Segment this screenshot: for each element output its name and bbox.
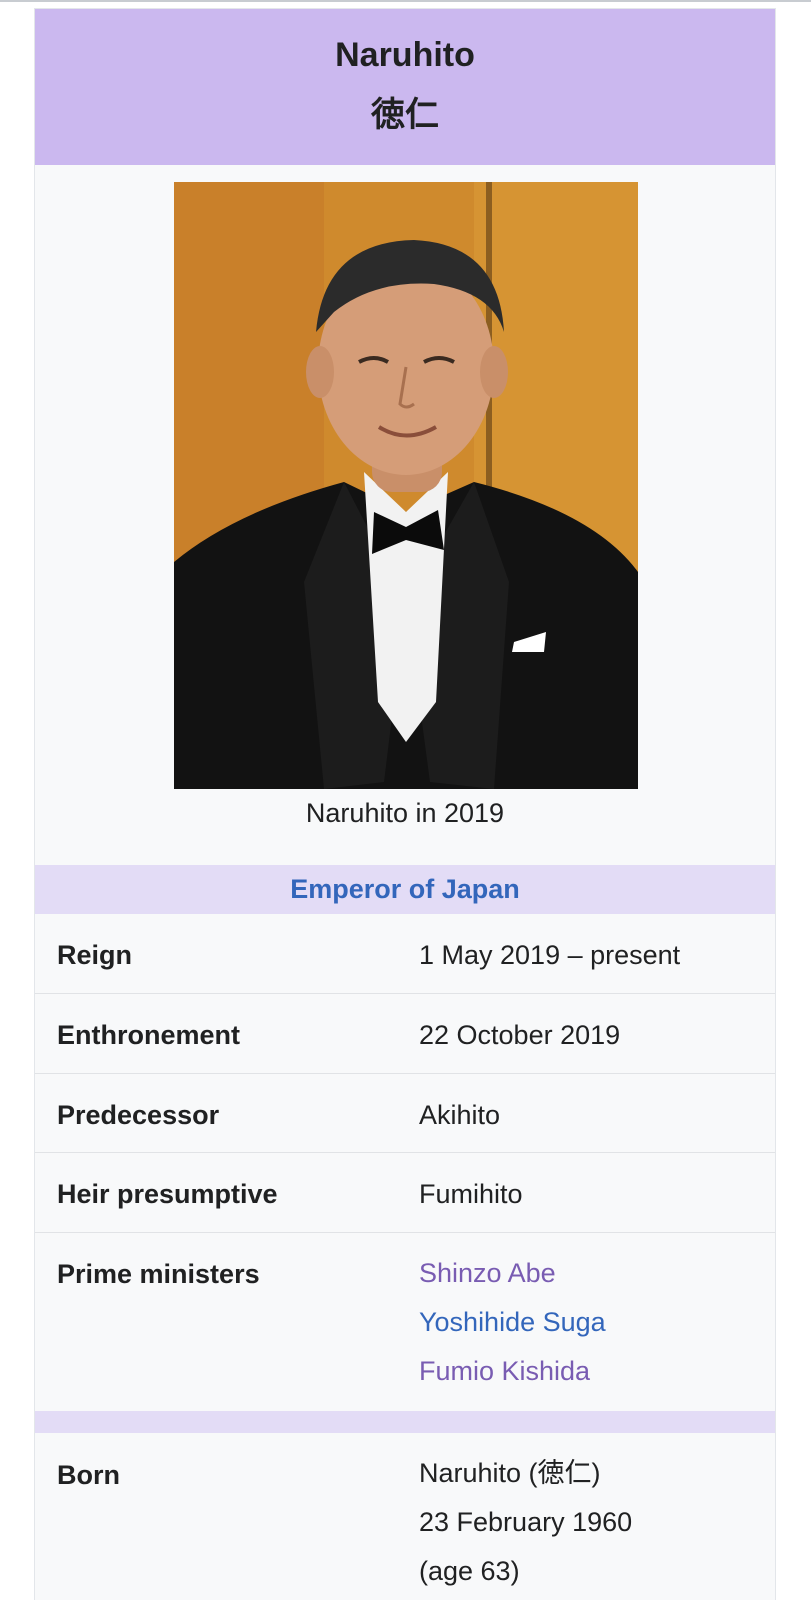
born-label: Born [57, 1460, 120, 1490]
infobox-header: Naruhito 徳仁 [35, 9, 775, 165]
prime-ministers-list: Shinzo Abe Yoshihide Suga Fumio Kishida [419, 1249, 606, 1396]
pm-link-kishida[interactable]: Fumio Kishida [419, 1347, 606, 1396]
section-divider [35, 1411, 775, 1433]
pm-link-abe[interactable]: Shinzo Abe [419, 1249, 606, 1298]
infobox: Naruhito 徳仁 Naruhito in 2019 Emperor of … [34, 8, 776, 1600]
prime-ministers-link[interactable]: Prime ministers [57, 1255, 260, 1293]
predecessor-link[interactable]: Akihito [419, 1096, 500, 1134]
row-prime-ministers: Prime ministers Shinzo Abe Yoshihide Sug… [35, 1233, 775, 1411]
row-enthronement: Enthronement 22 October 2019 [35, 994, 775, 1074]
born-value: Naruhito (徳仁) 23 February 1960 (age 63) [419, 1449, 632, 1596]
reign-value: 1 May 2019 – present [419, 940, 681, 970]
emperor-of-japan-link[interactable]: Emperor of Japan [290, 874, 520, 904]
row-heir: Heir presumptive Fumihito [35, 1153, 775, 1233]
row-born: Born Naruhito (徳仁) 23 February 1960 (age… [35, 1433, 775, 1600]
image-section: Naruhito in 2019 [35, 165, 775, 865]
section-heading: Emperor of Japan [35, 865, 775, 914]
enthronement-link[interactable]: Enthronement [57, 1016, 240, 1054]
top-divider [0, 0, 811, 2]
infobox-title: Naruhito [335, 36, 475, 74]
born-age: (age 63) [419, 1556, 520, 1586]
portrait-image[interactable] [174, 182, 638, 789]
reign-label: Reign [57, 940, 133, 970]
native-name: 徳仁 [371, 95, 439, 135]
pm-link-suga[interactable]: Yoshihide Suga [419, 1298, 606, 1347]
row-reign: Reign 1 May 2019 – present [35, 914, 775, 994]
enthronement-value: 22 October 2019 [419, 1020, 621, 1050]
heir-link[interactable]: Fumihito [419, 1175, 523, 1213]
image-caption: Naruhito in 2019 [305, 798, 505, 828]
predecessor-label: Predecessor [57, 1100, 220, 1130]
heir-presumptive-link[interactable]: Heir presumptive [57, 1175, 278, 1213]
born-date: 23 February 1960 [419, 1507, 633, 1537]
row-predecessor: Predecessor Akihito [35, 1074, 775, 1153]
born-name: Naruhito (徳仁) [419, 1458, 601, 1488]
